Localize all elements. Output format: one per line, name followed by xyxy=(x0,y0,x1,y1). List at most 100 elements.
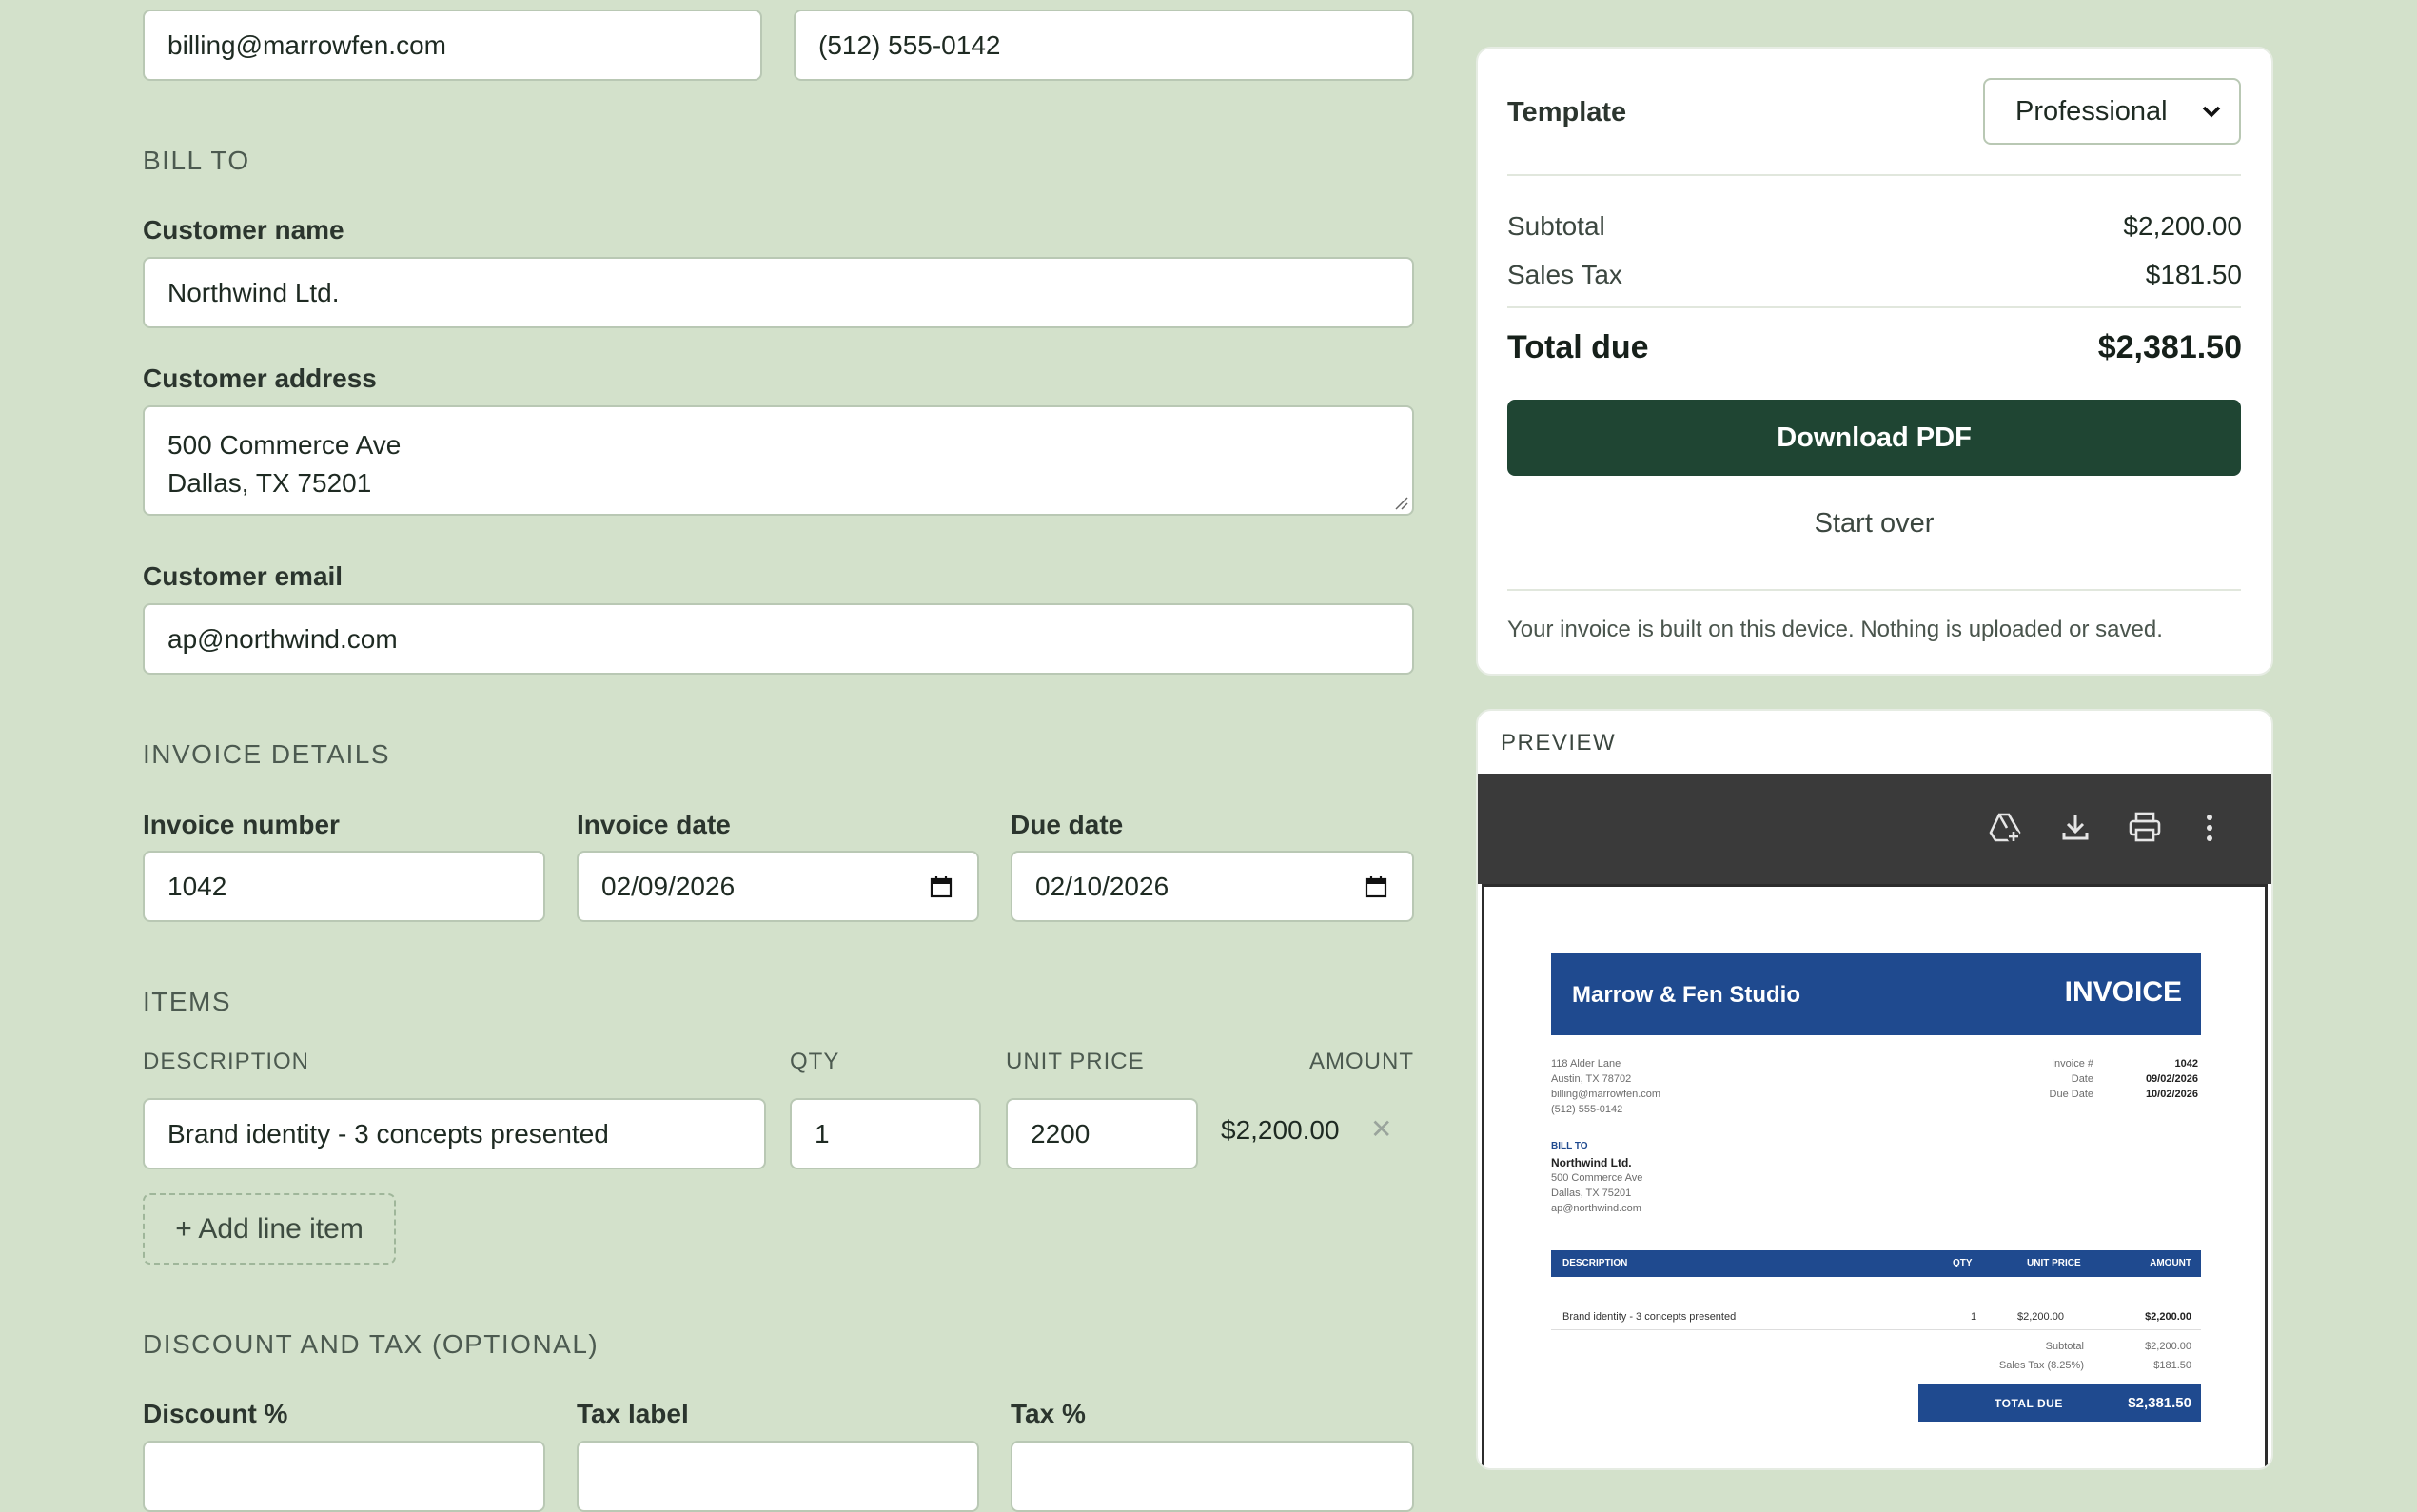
pdf-viewer-toolbar xyxy=(1478,774,2271,884)
divider xyxy=(1507,306,2241,308)
item-qty-input[interactable]: 1 xyxy=(790,1098,981,1169)
invoice-meta-labels: Invoice # Date Due Date xyxy=(2049,1058,2093,1100)
discount-tax-heading: DISCOUNT AND TAX (OPTIONAL) xyxy=(143,1329,599,1359)
total-due-label: Total due xyxy=(1507,329,1649,365)
item-unit-price-input[interactable]: 2200 xyxy=(1006,1098,1198,1169)
invoice-details-heading: INVOICE DETAILS xyxy=(143,739,391,769)
invoice-subtotal-value: $2,200.00 xyxy=(2145,1341,2191,1352)
invoice-meta-due: 10/02/2026 xyxy=(2145,1089,2198,1100)
customer-email-value: ap@northwind.com xyxy=(167,623,398,654)
divider xyxy=(1507,589,2241,591)
invoice-th-description: DESCRIPTION xyxy=(1562,1258,1628,1268)
invoice-total-band: TOTAL DUE $2,381.50 xyxy=(1918,1384,2201,1422)
customer-email-input[interactable]: ap@northwind.com xyxy=(143,603,1414,675)
due-date-label: Due date xyxy=(1011,810,1124,839)
customer-name-label: Customer name xyxy=(143,215,344,245)
item-description-input[interactable]: Brand identity - 3 concepts presented xyxy=(143,1098,766,1169)
col-qty: QTY xyxy=(790,1049,840,1074)
invoice-number-value: 1042 xyxy=(167,871,227,901)
tax-percent-label: Tax % xyxy=(1011,1399,1086,1428)
customer-name-value: Northwind Ltd. xyxy=(167,277,340,307)
col-unit-price: UNIT PRICE xyxy=(1006,1049,1145,1074)
invoice-tax-value: $181.50 xyxy=(2153,1360,2191,1371)
invoice-th-unit-price: UNIT PRICE xyxy=(2027,1258,2081,1268)
chevron-down-icon xyxy=(2202,106,2221,118)
sender-email-value: billing@marrowfen.com xyxy=(167,29,446,60)
template-label: Template xyxy=(1507,97,1627,128)
more-options-icon[interactable] xyxy=(2205,814,2214,842)
invoice-row-unit-price: $2,200.00 xyxy=(2017,1311,2064,1323)
divider xyxy=(1507,174,2241,176)
customer-name-input[interactable]: Northwind Ltd. xyxy=(143,257,1414,328)
invoice-number-input[interactable]: 1042 xyxy=(143,851,545,922)
remove-item-button[interactable]: ✕ xyxy=(1370,1113,1392,1145)
items-heading: ITEMS xyxy=(143,987,232,1016)
add-line-item-button[interactable]: + Add line item xyxy=(143,1193,396,1265)
invoice-from-block: 118 Alder Lane Austin, TX 78702 billing@… xyxy=(1551,1058,1661,1115)
col-description: DESCRIPTION xyxy=(143,1049,310,1074)
invoice-meta-number: 1042 xyxy=(2174,1058,2198,1070)
invoice-subtotal-label: Subtotal xyxy=(2045,1341,2084,1352)
calendar-icon[interactable] xyxy=(930,875,953,898)
bill-to-heading: BILL TO xyxy=(143,146,250,175)
pdf-page: Marrow & Fen Studio INVOICE 118 Alder La… xyxy=(1482,884,2268,1468)
invoice-row-description: Brand identity - 3 concepts presented xyxy=(1562,1311,1737,1323)
invoice-meta-date: 09/02/2026 xyxy=(2145,1073,2198,1085)
due-date-value: 02/10/2026 xyxy=(1035,871,1169,901)
invoice-date-value: 02/09/2026 xyxy=(601,871,736,901)
invoice-total-value: $2,381.50 xyxy=(2128,1395,2191,1411)
item-unit-price-value: 2200 xyxy=(1031,1118,1091,1149)
due-date-input[interactable]: 02/10/2026 xyxy=(1011,851,1414,922)
col-amount: AMOUNT xyxy=(1309,1049,1414,1074)
invoice-table-header: DESCRIPTION QTY UNIT PRICE AMOUNT xyxy=(1551,1250,2201,1277)
item-qty-value: 1 xyxy=(815,1118,830,1149)
invoice-tax-label: Sales Tax (8.25%) xyxy=(1998,1360,2084,1371)
template-select-value: Professional xyxy=(2015,95,2168,127)
invoice-title: INVOICE xyxy=(2064,976,2182,1008)
sender-phone-input[interactable]: (512) 555-0142 xyxy=(794,10,1414,81)
drive-add-icon[interactable] xyxy=(1988,812,2022,844)
invoice-total-label: TOTAL DUE xyxy=(1995,1397,2063,1410)
preview-heading: PREVIEW xyxy=(1501,730,1617,756)
tax-label-label: Tax label xyxy=(577,1399,689,1428)
divider xyxy=(1551,1329,2201,1330)
invoice-row-qty: 1 xyxy=(1971,1311,1977,1323)
subtotal-value: $2,200.00 xyxy=(2123,211,2242,241)
invoice-header-band: Marrow & Fen Studio INVOICE xyxy=(1551,953,2201,1035)
discount-input[interactable] xyxy=(143,1441,545,1512)
subtotal-label: Subtotal xyxy=(1507,211,1605,241)
customer-address-value: 500 Commerce Ave Dallas, TX 75201 xyxy=(167,430,402,498)
tax-label-input[interactable] xyxy=(577,1441,979,1512)
total-due-value: $2,381.50 xyxy=(2097,329,2242,365)
invoice-bill-to-lines: 500 Commerce Ave Dallas, TX 75201 ap@nor… xyxy=(1551,1172,1643,1214)
customer-address-label: Customer address xyxy=(143,363,377,393)
customer-address-textarea[interactable]: 500 Commerce Ave Dallas, TX 75201 xyxy=(143,405,1414,516)
calendar-icon[interactable] xyxy=(1365,875,1387,898)
invoice-row-amount: $2,200.00 xyxy=(2145,1311,2191,1323)
item-amount: $2,200.00 xyxy=(1221,1115,1340,1145)
sender-email-input[interactable]: billing@marrowfen.com xyxy=(143,10,762,81)
invoice-number-label: Invoice number xyxy=(143,810,340,839)
resize-handle-icon[interactable] xyxy=(1393,495,1408,510)
preview-card: PREVIEW Marrow & Fen Studio INVOICE 118 … xyxy=(1476,709,2273,1470)
invoice-bill-to-label: BILL TO xyxy=(1551,1141,1588,1151)
privacy-note: Your invoice is built on this device. No… xyxy=(1507,617,2163,642)
sender-phone-value: (512) 555-0142 xyxy=(818,29,1001,60)
invoice-date-label: Invoice date xyxy=(577,810,731,839)
sales-tax-label: Sales Tax xyxy=(1507,260,1622,289)
download-icon[interactable] xyxy=(2061,812,2090,842)
sales-tax-value: $181.50 xyxy=(2145,260,2242,289)
print-icon[interactable] xyxy=(2128,812,2162,842)
customer-email-label: Customer email xyxy=(143,561,344,591)
invoice-bill-to-name: Northwind Ltd. xyxy=(1551,1156,1632,1169)
invoice-th-amount: AMOUNT xyxy=(2150,1258,2191,1268)
invoice-date-input[interactable]: 02/09/2026 xyxy=(577,851,979,922)
invoice-th-qty: QTY xyxy=(1953,1258,1973,1268)
start-over-button[interactable]: Start over xyxy=(1507,508,2241,540)
template-select[interactable]: Professional xyxy=(1983,78,2241,145)
invoice-company-name: Marrow & Fen Studio xyxy=(1572,982,1800,1008)
tax-percent-input[interactable] xyxy=(1011,1441,1414,1512)
download-pdf-button[interactable]: Download PDF xyxy=(1507,400,2241,476)
discount-label: Discount % xyxy=(143,1399,288,1428)
item-description-value: Brand identity - 3 concepts presented xyxy=(167,1118,609,1149)
